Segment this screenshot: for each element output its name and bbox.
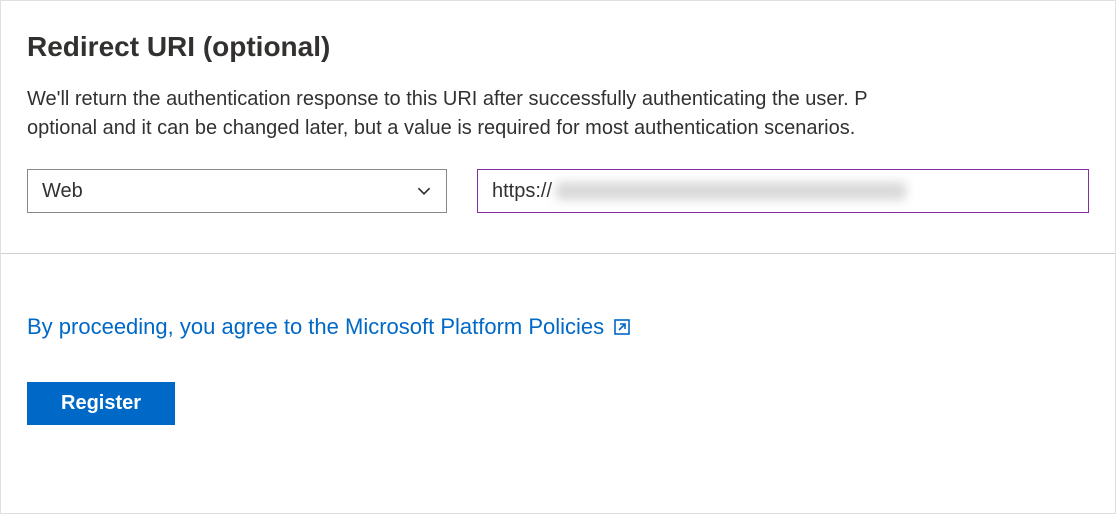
redirect-uri-section: Redirect URI (optional) We'll return the… <box>1 1 1115 253</box>
platform-select-value: Web <box>28 180 402 203</box>
section-description: We'll return the authentication response… <box>27 85 1089 143</box>
uri-input-obscured-value <box>556 182 906 200</box>
footer-section: By proceeding, you agree to the Microsof… <box>1 254 1115 455</box>
redirect-uri-row: Web https:// <box>27 169 1089 213</box>
description-line-1: We'll return the authentication response… <box>27 85 1089 114</box>
register-button[interactable]: Register <box>27 382 175 425</box>
description-line-2: optional and it can be changed later, bu… <box>27 114 1089 143</box>
policy-link-text: By proceeding, you agree to the Microsof… <box>27 314 604 340</box>
section-heading: Redirect URI (optional) <box>27 31 1089 63</box>
platform-policies-link[interactable]: By proceeding, you agree to the Microsof… <box>27 314 632 340</box>
platform-select[interactable]: Web <box>27 169 447 213</box>
chevron-down-icon <box>402 182 446 200</box>
uri-input-prefix: https:// <box>492 180 552 203</box>
redirect-uri-input[interactable]: https:// <box>477 169 1089 213</box>
external-link-icon <box>612 317 632 337</box>
